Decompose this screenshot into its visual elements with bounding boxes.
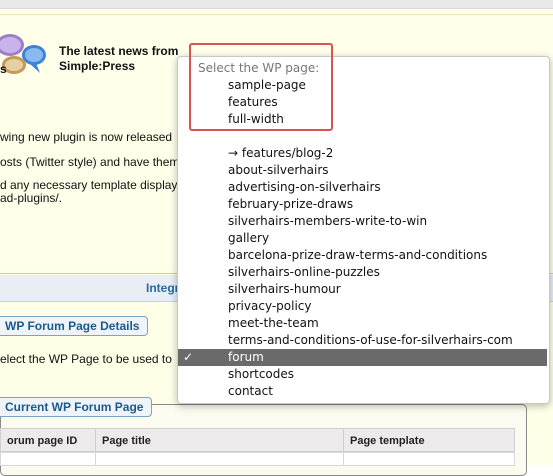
- dropdown-option[interactable]: silverhairs-online-puzzles: [228, 264, 380, 280]
- news-line: wing new plugin is now released: [0, 130, 173, 144]
- news-title: The latest news from Simple:Press: [59, 44, 178, 74]
- news-line: osts (Twitter style) and have them: [0, 155, 180, 169]
- table-row: [0, 452, 96, 466]
- news-line: ad-plugins/.: [0, 191, 63, 205]
- dropdown-option[interactable]: terms-and-conditions-of-use-for-silverha…: [228, 332, 513, 348]
- table-header-page-title: Page title: [95, 428, 344, 452]
- news-title-line2: Simple:Press: [59, 59, 136, 73]
- forum-page-details-legend: WP Forum Page Details: [0, 316, 149, 336]
- table-header-page-template: Page template: [343, 428, 515, 452]
- table-row: [95, 452, 344, 466]
- table-header-page-id: orum page ID: [0, 428, 96, 452]
- tab-integration[interactable]: Integr: [146, 281, 179, 295]
- dropdown-option[interactable]: contact: [228, 383, 273, 399]
- annotation-highlight-box: [189, 43, 333, 131]
- checkmark-icon: ✓: [183, 350, 194, 364]
- current-forum-page-legend: Current WP Forum Page: [0, 397, 153, 417]
- table-row: [343, 452, 515, 466]
- top-band: [0, 0, 553, 9]
- dropdown-option[interactable]: gallery: [228, 230, 269, 246]
- select-instruction-text: elect the WP Page to be used to: [0, 352, 172, 366]
- dropdown-option[interactable]: advertising-on-silverhairs: [228, 179, 381, 195]
- dropdown-option-selected[interactable]: forum: [228, 349, 264, 365]
- dropdown-option[interactable]: about-silverhairs: [228, 162, 329, 178]
- dropdown-option[interactable]: february-prize-draws: [228, 196, 353, 212]
- dropdown-option[interactable]: → features/blog-2: [228, 145, 333, 161]
- dropdown-option[interactable]: meet-the-team: [228, 315, 319, 331]
- dropdown-option[interactable]: silverhairs-members-write-to-win: [228, 213, 427, 229]
- dropdown-option[interactable]: privacy-policy: [228, 298, 311, 314]
- speech-bubbles-logo-icon: s: [0, 34, 46, 76]
- dropdown-option[interactable]: shortcodes: [228, 366, 294, 382]
- news-title-line1: The latest news from: [59, 44, 179, 58]
- logo-partial-text: s: [0, 62, 7, 76]
- dropdown-option[interactable]: silverhairs-humour: [228, 281, 341, 297]
- dropdown-option[interactable]: barcelona-prize-draw-terms-and-condition…: [228, 247, 487, 263]
